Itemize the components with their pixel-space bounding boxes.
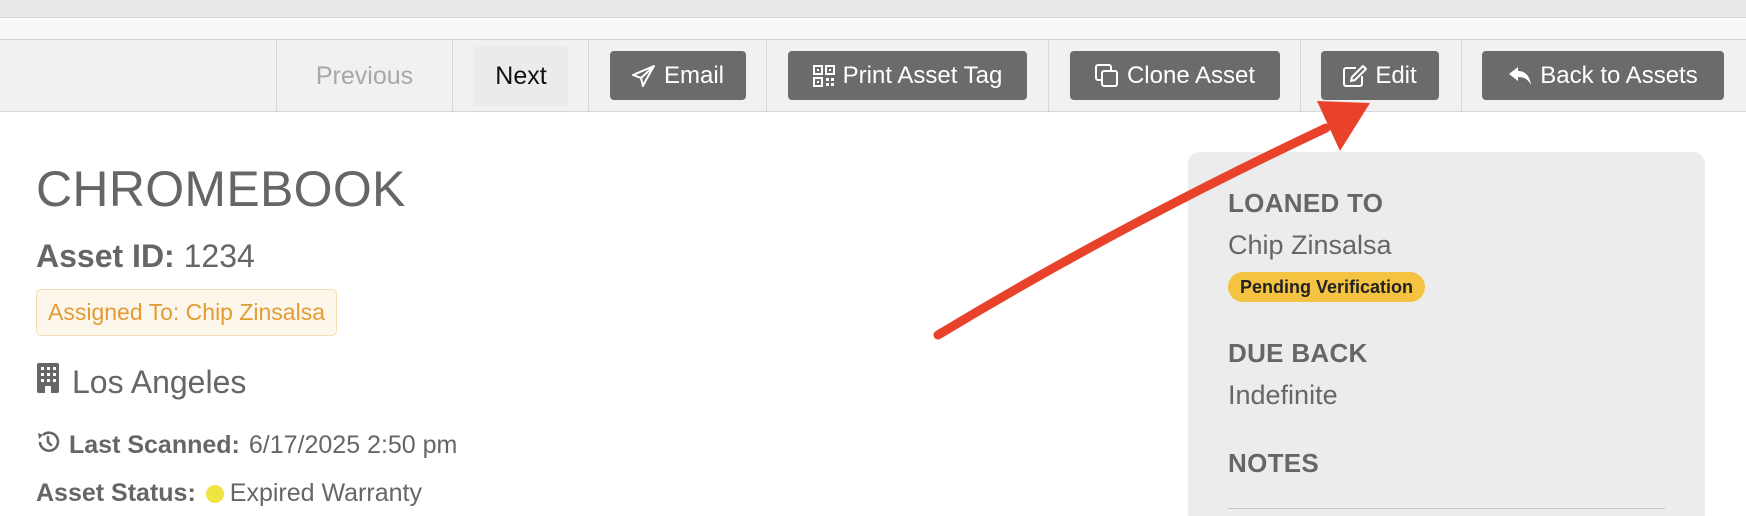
annotation-arrow [933,101,1370,340]
